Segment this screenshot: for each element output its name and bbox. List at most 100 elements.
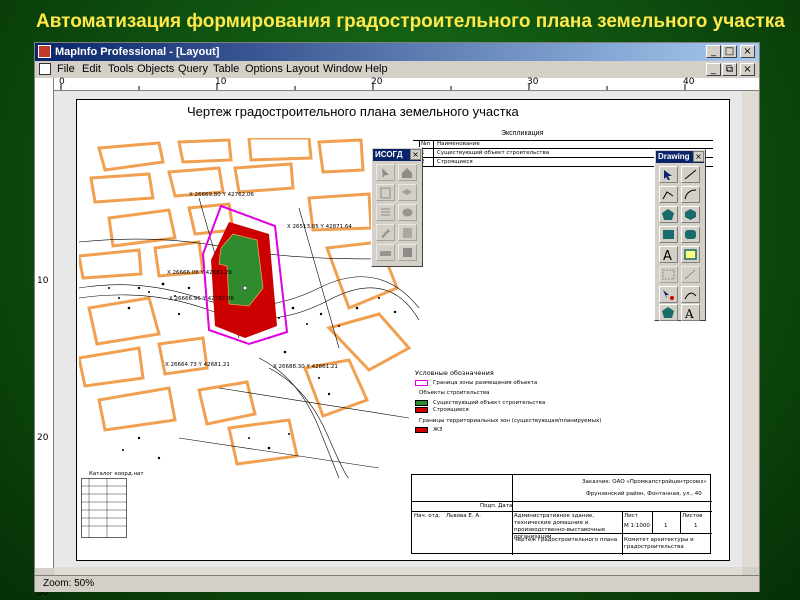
menu-options[interactable]: Options	[245, 62, 283, 77]
isogd-palette[interactable]: ИСОГД ×	[371, 147, 423, 267]
legend-existing-swatch	[415, 400, 428, 406]
line-tool[interactable]	[681, 166, 700, 183]
polygon-tool[interactable]	[659, 206, 678, 223]
ruler-tick-30: 30	[527, 77, 539, 87]
isogd-arrow-tool[interactable]	[376, 164, 395, 181]
window-title: MapInfo Professional - [Layout]	[55, 46, 220, 58]
stamp-sheets-value: 1	[694, 523, 698, 529]
ruler-tick-20: 20	[371, 77, 383, 87]
menu-layout[interactable]: Layout	[286, 62, 319, 77]
maximize-button[interactable]: □	[722, 45, 737, 58]
isogd-print-tool[interactable]	[376, 244, 395, 261]
coords-catalog: Каталог коорд.нат	[81, 471, 144, 538]
vruler-tick-20: 20	[37, 433, 49, 443]
close-button[interactable]: ×	[740, 45, 755, 58]
coord-label-6: X 26688.30 Y 42861.21	[273, 364, 338, 370]
stamp-address: Фрунзенский район, Фонтанная, ул., 40	[586, 491, 702, 497]
menu-objects[interactable]: Objects	[137, 62, 174, 77]
minimize-button[interactable]: _	[706, 45, 721, 58]
menu-edit[interactable]: Edit	[82, 62, 101, 77]
legend-building-label: Строящиеся	[433, 407, 469, 413]
stamp-date: Дата	[498, 503, 513, 509]
text-style-tool[interactable]: A	[681, 304, 700, 321]
legend-zone-label: Граница зоны размещения объекта	[433, 380, 538, 386]
layout-doc-icon[interactable]	[39, 63, 51, 75]
stamp-developer-name: Львова Е. А.	[446, 513, 481, 519]
menu-file[interactable]: File	[57, 62, 75, 77]
coord-label-5: X 26664.73 Y 42681.21	[165, 362, 230, 368]
menu-query[interactable]: Query	[178, 62, 208, 77]
symbol-style-tool[interactable]	[659, 286, 678, 303]
site-plan-map[interactable]	[79, 138, 419, 478]
svg-text:A: A	[684, 307, 694, 319]
isogd-save-tool[interactable]	[398, 244, 417, 261]
isogd-report-tool[interactable]	[398, 224, 417, 241]
isogd-doc-tool[interactable]	[376, 184, 395, 201]
mapinfo-window: MapInfo Professional - [Layout] _ □ × Fi…	[34, 42, 760, 598]
stamp-scale: М 1:1000	[624, 523, 650, 529]
menu-tools[interactable]: Tools	[108, 62, 134, 77]
isogd-house-tool[interactable]	[398, 164, 417, 181]
status-bar: Zoom: 50%	[35, 575, 759, 592]
horizontal-scrollbar[interactable]	[54, 567, 742, 575]
ellipse-tool[interactable]	[681, 206, 700, 223]
stamp-developer-role: Нач. отд.	[414, 513, 441, 519]
horizontal-ruler: 0 10 20 30 40	[53, 77, 759, 91]
isogd-list-tool[interactable]	[376, 204, 395, 221]
legend-zone-swatch	[415, 380, 428, 386]
menu-help[interactable]: Help	[365, 62, 388, 77]
text-tool[interactable]: A	[659, 246, 678, 263]
menu-window[interactable]: Window	[323, 62, 362, 77]
layout-canvas[interactable]: Чертеж градостроительного плана земельно…	[54, 91, 742, 567]
frame-tool[interactable]	[681, 246, 700, 263]
legend-title: Условные обозначения	[415, 369, 494, 377]
legend-existing-label: Существующий объект строительства	[433, 400, 546, 406]
polyline-tool[interactable]	[659, 186, 678, 203]
doc-restore-button[interactable]: ⧉	[722, 63, 737, 76]
coord-label-1: X 26669.80 Y 42762.06	[189, 192, 254, 198]
rectangle-tool[interactable]	[659, 226, 678, 243]
doc-close-button[interactable]: ×	[740, 63, 755, 76]
zoom-status: Zoom: 50%	[43, 578, 95, 589]
vertical-scrollbar[interactable]	[742, 91, 758, 567]
drawing-title: Чертеж градостроительного плана земельно…	[187, 104, 519, 119]
legend-zones-title: Границы территориальных зон (существующа…	[419, 418, 602, 424]
coord-label-3: X 26666.06 Y 42681.29	[167, 270, 232, 276]
stamp-sheet-label: Лист	[624, 513, 638, 519]
doc-minimize-button[interactable]: _	[706, 63, 721, 76]
title-block-stamp: Заказчик: ОАО «Промкапстройцентрсоюз» Фр…	[411, 474, 712, 555]
legend-building-swatch	[415, 407, 428, 413]
explication-row1-name: Существующий объект строительства	[437, 150, 550, 156]
rounded-rectangle-tool[interactable]	[681, 226, 700, 243]
vruler-tick-10: 10	[37, 276, 49, 286]
ruler-tick-40: 40	[683, 77, 695, 87]
add-node-tool[interactable]	[681, 266, 700, 283]
select-arrow-tool[interactable]	[659, 166, 678, 183]
stamp-signed: Подп.	[480, 503, 497, 509]
title-bar[interactable]: MapInfo Professional - [Layout] _ □ ×	[35, 43, 759, 61]
drawing-palette-close[interactable]: ×	[693, 151, 704, 162]
arc-tool[interactable]	[681, 186, 700, 203]
isogd-region-tool[interactable]	[398, 204, 417, 221]
line-style-tool[interactable]	[681, 286, 700, 303]
ruler-tick-10: 10	[215, 77, 227, 87]
reshape-tool[interactable]	[659, 266, 678, 283]
mapinfo-app-icon[interactable]	[38, 45, 51, 58]
vertical-ruler: 10 20 30	[35, 78, 54, 598]
stamp-sheets-label: Листов	[682, 513, 703, 519]
svg-text:A: A	[663, 249, 672, 261]
coord-label-4: X 26666.96 Y 42722.06	[169, 296, 234, 302]
drawing-palette[interactable]: Drawing × A A	[654, 149, 706, 321]
map-legend: Условные обозначения Граница зоны размещ…	[415, 370, 625, 460]
region-style-tool[interactable]	[659, 304, 678, 321]
isogd-layers-tool[interactable]	[398, 184, 417, 201]
menu-table[interactable]: Table	[213, 62, 239, 77]
coords-catalog-title: Каталог коорд.нат	[89, 471, 144, 477]
explication-header-name: Наименование	[437, 141, 480, 147]
explication-title: Экспликация	[501, 130, 544, 137]
isogd-palette-close[interactable]: ×	[410, 149, 421, 160]
explication-row2-name: Строящиеся	[437, 159, 473, 165]
legend-objects-title: Объекты строительства	[419, 390, 490, 396]
legend-zh-swatch	[415, 427, 428, 433]
isogd-pencil-tool[interactable]	[376, 224, 395, 241]
